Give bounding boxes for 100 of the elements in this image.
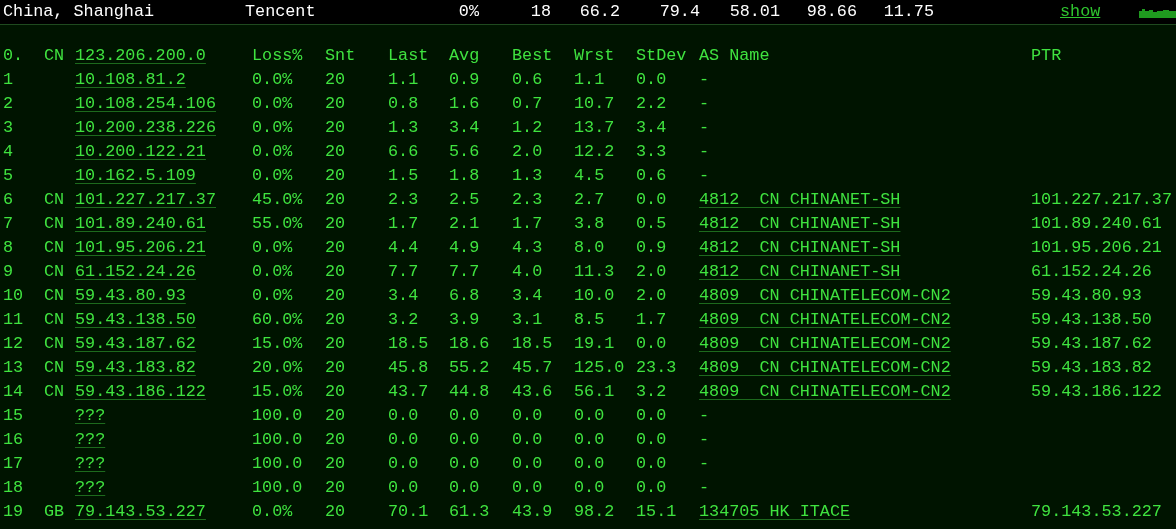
ip-link[interactable]: 10.108.81.2 xyxy=(75,70,186,89)
as-name-link[interactable]: 4812 CN CHINANET-SH xyxy=(699,238,901,257)
table-cell: 98.2 xyxy=(574,502,615,521)
table-cell: 4.9 xyxy=(449,238,480,257)
table-cell: 20 xyxy=(325,142,346,161)
as-name-link[interactable]: 4809 CN CHINATELECOM-CN2 xyxy=(699,286,951,305)
table-cell: 18.5 xyxy=(388,334,429,353)
summary-value: 11.75 xyxy=(883,2,934,21)
as-name-link[interactable]: 4809 CN CHINATELECOM-CN2 xyxy=(699,382,951,401)
table-cell: 12.2 xyxy=(574,142,615,161)
table-cell: 2.3 xyxy=(512,190,543,209)
table-cell: 20 xyxy=(325,262,346,281)
table-cell: 43.9 xyxy=(512,502,553,521)
table-cell: 0.9 xyxy=(449,70,480,89)
table-cell: 0.0 xyxy=(636,190,667,209)
summary-value: 79.4 xyxy=(659,2,700,21)
table-cell: 2.0 xyxy=(512,142,543,161)
table-cell: 1.8 xyxy=(449,166,480,185)
ip-link[interactable]: 101.89.240.61 xyxy=(75,214,206,233)
ip-link[interactable]: 10.200.238.226 xyxy=(75,118,216,137)
table-cell: 55.0% xyxy=(252,214,303,233)
table-cell: 60.0% xyxy=(252,310,303,329)
as-name-link[interactable]: 4812 CN CHINANET-SH xyxy=(699,190,901,209)
as-name-text: - xyxy=(699,406,710,425)
table-cell: 0.0% xyxy=(252,70,293,89)
table-cell: 1.7 xyxy=(512,214,543,233)
table-cell: 20 xyxy=(325,166,346,185)
table-cell: 7.7 xyxy=(449,262,480,281)
table-cell: 0.0 xyxy=(636,430,667,449)
summary-value: 18 xyxy=(530,2,551,21)
as-name-link[interactable]: 134705 HK ITACE xyxy=(699,502,851,521)
table-cell: 0.0 xyxy=(449,406,480,425)
hop-number: 1 xyxy=(3,70,14,89)
summary-value: 66.2 xyxy=(579,2,620,21)
table-cell: 1.3 xyxy=(388,118,419,137)
as-name-link[interactable]: 4812 CN CHINANET-SH xyxy=(699,214,901,233)
country-code: CN xyxy=(44,262,65,281)
table-cell: 2.0 xyxy=(636,262,667,281)
ip-link[interactable]: 59.43.80.93 xyxy=(75,286,186,305)
table-cell: 20 xyxy=(325,358,346,377)
table-cell: 0.0 xyxy=(388,430,419,449)
table-cell: 1.2 xyxy=(512,118,543,137)
table-cell: 1.3 xyxy=(512,166,543,185)
as-name-link[interactable]: 4809 CN CHINATELECOM-CN2 xyxy=(699,334,951,353)
table-cell: 100.0 xyxy=(252,406,303,425)
country-code: CN xyxy=(44,358,65,377)
ip-link[interactable]: 10.162.5.109 xyxy=(75,166,196,185)
as-name-text: - xyxy=(699,454,710,473)
ptr-text: 59.43.183.82 xyxy=(1031,358,1152,377)
table-cell: 1.7 xyxy=(388,214,419,233)
ip-link[interactable]: ??? xyxy=(75,454,106,473)
table-cell: 20.0% xyxy=(252,358,303,377)
ip-link[interactable]: 59.43.183.82 xyxy=(75,358,196,377)
hop-number: 17 xyxy=(3,454,24,473)
hop-number: 7 xyxy=(3,214,14,233)
show-link[interactable]: show xyxy=(1060,2,1101,21)
country-code: CN xyxy=(44,214,65,233)
table-cell: 43.7 xyxy=(388,382,429,401)
table-cell: 4.4 xyxy=(388,238,419,257)
as-name-text: - xyxy=(699,430,710,449)
ip-link[interactable]: ??? xyxy=(75,478,106,497)
hop-number: 0. xyxy=(3,46,24,65)
as-name-link[interactable]: 4812 CN CHINANET-SH xyxy=(699,262,901,281)
ptr-text: 79.143.53.227 xyxy=(1031,502,1162,521)
table-cell: 7.7 xyxy=(388,262,419,281)
ip-link[interactable]: 59.43.138.50 xyxy=(75,310,196,329)
table-cell: 0.0% xyxy=(252,502,293,521)
table-cell: 1.6 xyxy=(449,94,480,113)
table-cell: 3.2 xyxy=(636,382,667,401)
ip-link[interactable]: 101.95.206.21 xyxy=(75,238,206,257)
provider-text: Tencent xyxy=(245,2,316,21)
table-cell: 20 xyxy=(325,70,346,89)
table-cell: 20 xyxy=(325,190,346,209)
table-cell: 0.0 xyxy=(636,478,667,497)
ip-link[interactable]: 59.43.186.122 xyxy=(75,382,206,401)
ptr-text: 101.95.206.21 xyxy=(1031,238,1162,257)
ip-link[interactable]: 79.143.53.227 xyxy=(75,502,206,521)
table-cell: 0.0 xyxy=(512,454,543,473)
table-cell: 23.3 xyxy=(636,358,677,377)
ip-link[interactable]: ??? xyxy=(75,430,106,449)
ip-link[interactable]: 61.152.24.26 xyxy=(75,262,196,281)
ip-link[interactable]: ??? xyxy=(75,406,106,425)
ip-link[interactable]: 101.227.217.37 xyxy=(75,190,216,209)
as-name-link[interactable]: 4809 CN CHINATELECOM-CN2 xyxy=(699,358,951,377)
ptr-text: 61.152.24.26 xyxy=(1031,262,1152,281)
table-cell: 8.0 xyxy=(574,238,605,257)
summary-value: 0% xyxy=(458,2,479,21)
table-cell: 43.6 xyxy=(512,382,553,401)
table-cell: 3.4 xyxy=(636,118,667,137)
column-header: Avg xyxy=(449,46,480,65)
as-name-link[interactable]: 4809 CN CHINATELECOM-CN2 xyxy=(699,310,951,329)
table-cell: 20 xyxy=(325,502,346,521)
table-cell: 0.0% xyxy=(252,286,293,305)
table-cell: 3.4 xyxy=(388,286,419,305)
ip-link[interactable]: 123.206.200.0 xyxy=(75,46,206,65)
ip-link[interactable]: 10.200.122.21 xyxy=(75,142,206,161)
table-cell: 0.0% xyxy=(252,262,293,281)
hop-number: 12 xyxy=(3,334,24,353)
ip-link[interactable]: 10.108.254.106 xyxy=(75,94,216,113)
ip-link[interactable]: 59.43.187.62 xyxy=(75,334,196,353)
